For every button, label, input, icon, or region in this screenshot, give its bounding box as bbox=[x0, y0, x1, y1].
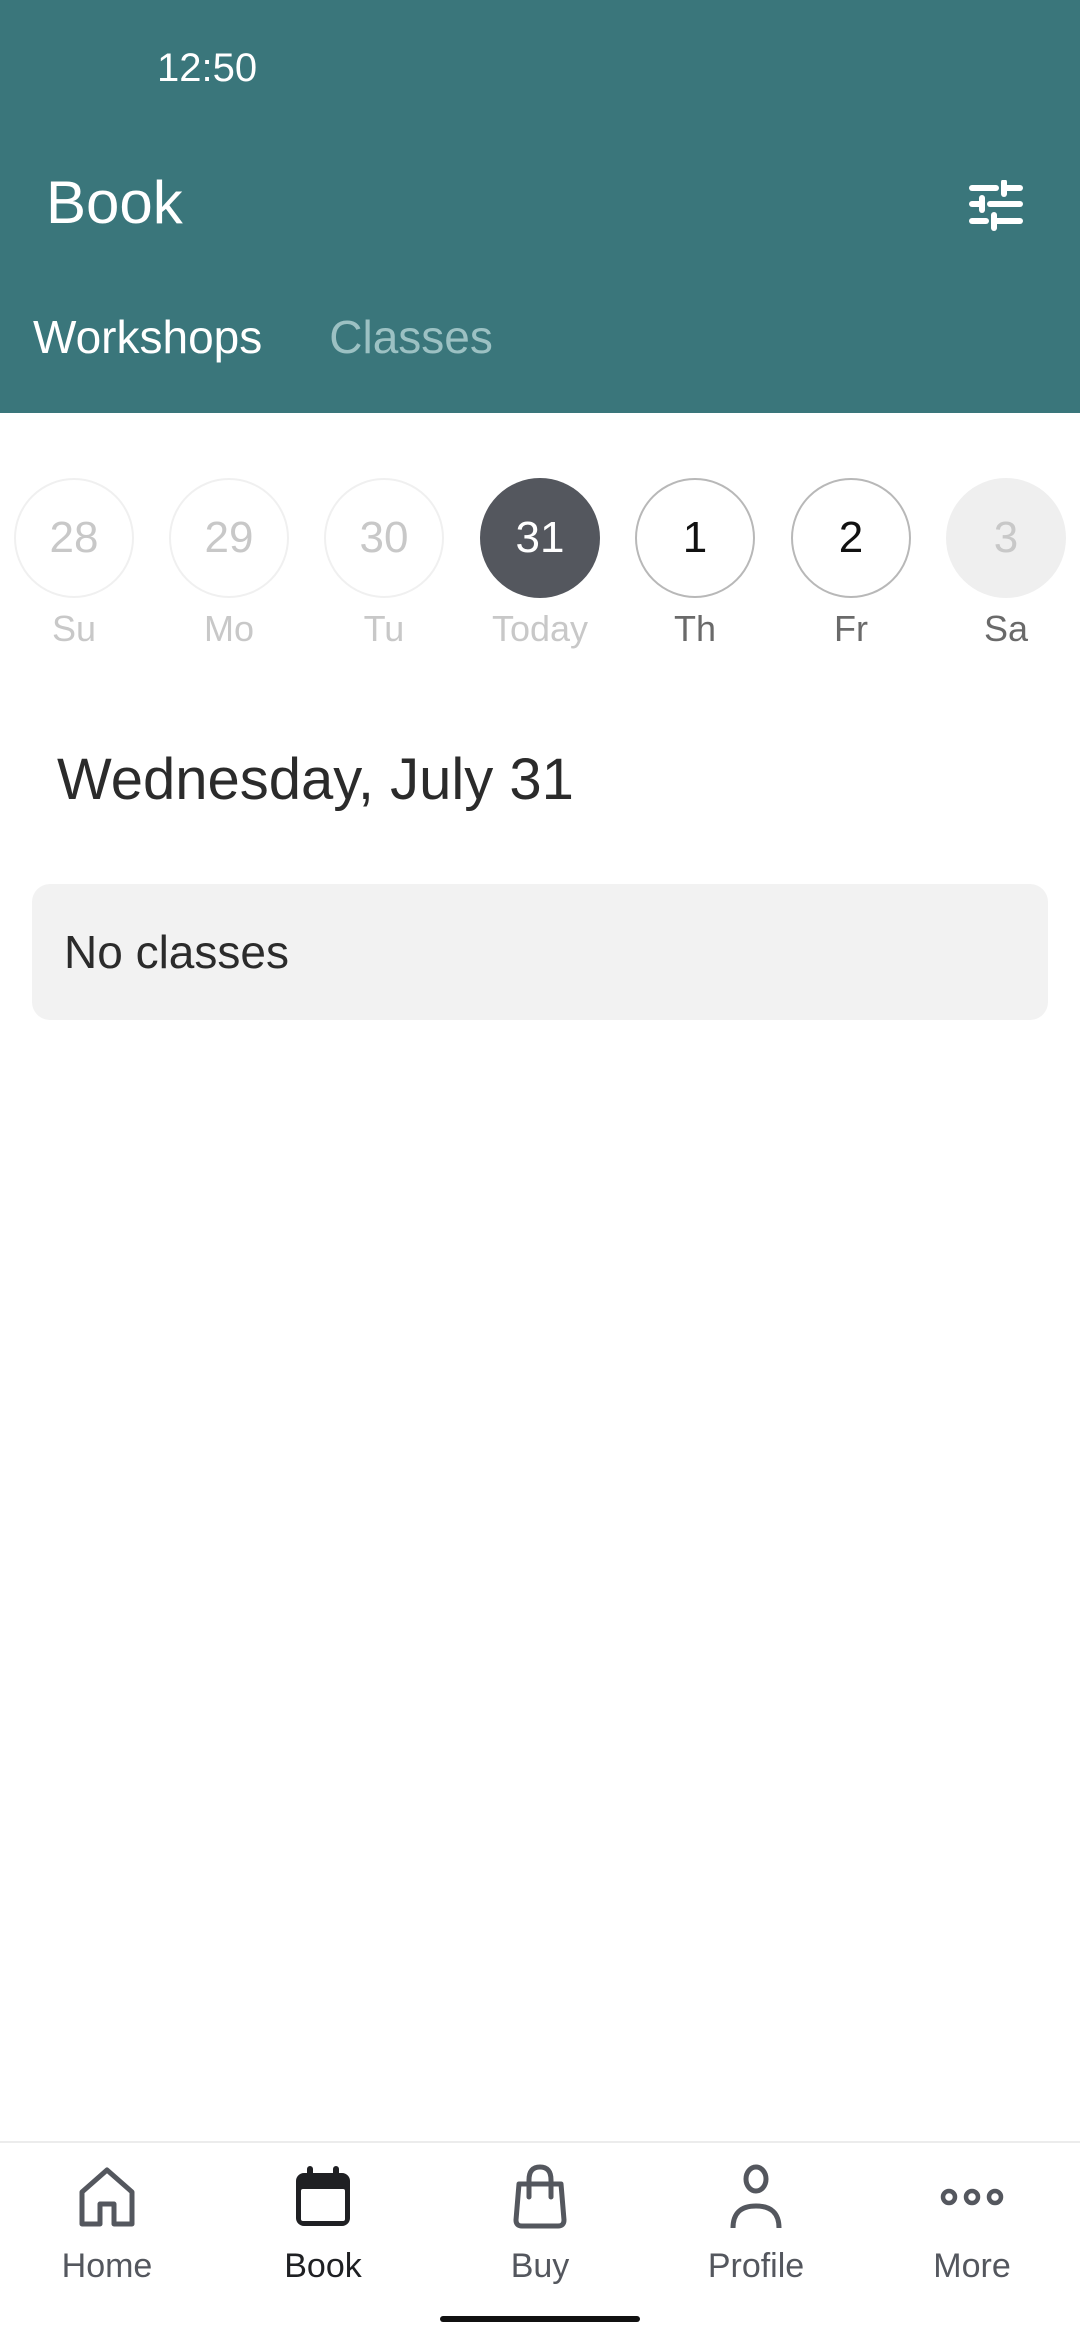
nav-label: Buy bbox=[510, 2247, 570, 2285]
day-number: 3 bbox=[946, 478, 1066, 598]
status-bar-time: 12:50 bbox=[157, 46, 258, 90]
home-icon bbox=[71, 2161, 143, 2233]
shopping-bag-icon bbox=[504, 2161, 576, 2233]
day-item[interactable]: 3 Sa bbox=[946, 478, 1066, 650]
app-header: 12:50 Book Workshops Classes bbox=[0, 0, 1080, 413]
home-indicator[interactable] bbox=[440, 2316, 640, 2322]
selected-date-heading: Wednesday, July 31 bbox=[57, 747, 574, 812]
empty-state-card: No classes bbox=[32, 884, 1048, 1020]
calendar-icon bbox=[287, 2161, 359, 2233]
sliders-icon bbox=[969, 180, 1023, 231]
tab-bar: Workshops Classes bbox=[0, 310, 493, 380]
nav-item-more[interactable]: More bbox=[882, 2161, 1062, 2286]
nav-item-home[interactable]: Home bbox=[17, 2161, 197, 2286]
day-item-today[interactable]: 31 Today bbox=[480, 478, 600, 650]
nav-item-profile[interactable]: Profile bbox=[666, 2161, 846, 2286]
day-number: 29 bbox=[169, 478, 289, 598]
day-label: Today bbox=[491, 608, 589, 649]
day-number: 31 bbox=[480, 478, 600, 598]
day-item[interactable]: 1 Th bbox=[635, 478, 755, 650]
empty-state-message: No classes bbox=[64, 926, 289, 978]
day-item[interactable]: 28 Su bbox=[14, 478, 134, 650]
day-label: Tu bbox=[363, 608, 405, 649]
filter-button[interactable] bbox=[960, 170, 1032, 242]
day-number: 1 bbox=[635, 478, 755, 598]
nav-item-buy[interactable]: Buy bbox=[450, 2161, 630, 2286]
nav-label: Profile bbox=[707, 2247, 805, 2285]
day-item[interactable]: 30 Tu bbox=[324, 478, 444, 650]
bottom-nav: Home Book Buy Profile More bbox=[0, 2141, 1080, 2340]
day-strip: 28 Su 29 Mo 30 Tu 31 Today 1 Th 2 Fr 3 S… bbox=[0, 478, 1080, 658]
day-label: Su bbox=[51, 608, 97, 649]
more-dots-icon bbox=[936, 2161, 1008, 2233]
nav-label: Book bbox=[284, 2247, 362, 2285]
day-label: Th bbox=[673, 608, 716, 649]
tab-classes[interactable]: Classes bbox=[329, 310, 493, 380]
nav-label: More bbox=[933, 2247, 1011, 2285]
day-number: 30 bbox=[324, 478, 444, 598]
page-title: Book bbox=[46, 169, 183, 236]
day-label: Sa bbox=[983, 608, 1029, 649]
tab-workshops[interactable]: Workshops bbox=[33, 310, 262, 380]
nav-label: Home bbox=[61, 2247, 153, 2285]
person-icon bbox=[720, 2161, 792, 2233]
day-label: Mo bbox=[203, 608, 254, 649]
day-number: 28 bbox=[14, 478, 134, 598]
day-item[interactable]: 29 Mo bbox=[169, 478, 289, 650]
day-number: 2 bbox=[791, 478, 911, 598]
nav-item-book[interactable]: Book bbox=[233, 2161, 413, 2286]
day-item[interactable]: 2 Fr bbox=[791, 478, 911, 650]
day-label: Fr bbox=[834, 608, 868, 649]
